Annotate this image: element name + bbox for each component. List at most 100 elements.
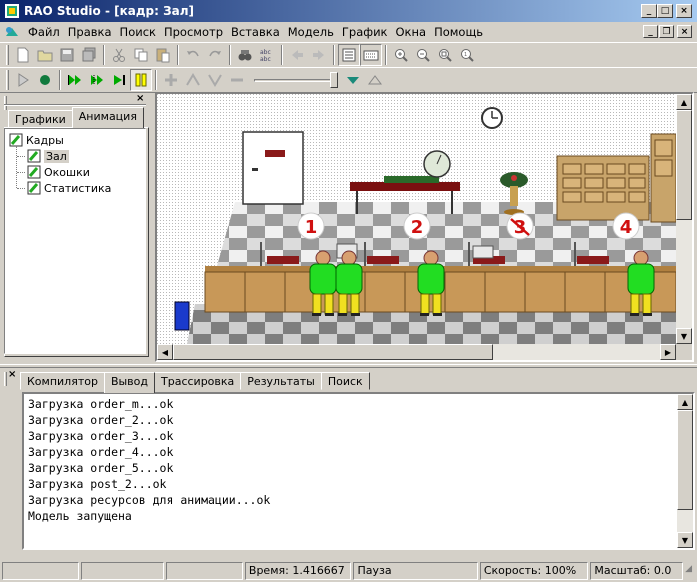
output-log[interactable]: Загрузка order_m...ok Загрузка order_2..… bbox=[22, 392, 695, 550]
undo-icon[interactable] bbox=[182, 44, 204, 66]
main-toolbar: abc abc 1 bbox=[0, 42, 697, 68]
clock-icon bbox=[481, 107, 503, 129]
minimize-button[interactable]: _ bbox=[641, 4, 657, 18]
save-all-icon[interactable] bbox=[78, 44, 100, 66]
maximize-button[interactable]: □ bbox=[657, 4, 673, 18]
speed-max-icon[interactable] bbox=[182, 69, 204, 91]
open-folder-icon[interactable] bbox=[34, 44, 56, 66]
back-icon[interactable] bbox=[286, 44, 308, 66]
mdi-close-button[interactable]: × bbox=[677, 25, 692, 38]
document-icon[interactable] bbox=[4, 24, 20, 40]
tree-item-label: Зал bbox=[44, 149, 69, 163]
speed-slider[interactable] bbox=[250, 70, 342, 90]
zoom-fit-icon[interactable] bbox=[434, 44, 456, 66]
menu-view[interactable]: Просмотр bbox=[160, 23, 227, 41]
toolbar-grip[interactable] bbox=[6, 45, 9, 65]
fast-forward-icon[interactable] bbox=[64, 69, 86, 91]
svg-text:abc: abc bbox=[260, 49, 271, 56]
menu-search[interactable]: Поиск bbox=[116, 23, 160, 41]
mdi-minimize-button[interactable]: _ bbox=[643, 25, 658, 38]
speed-min-icon[interactable] bbox=[204, 69, 226, 91]
replace-icon[interactable]: abc abc bbox=[256, 44, 278, 66]
vertical-scroll-thumb[interactable] bbox=[676, 110, 692, 220]
menu-edit[interactable]: Правка bbox=[64, 23, 116, 41]
new-file-icon[interactable] bbox=[12, 44, 34, 66]
find-icon[interactable] bbox=[234, 44, 256, 66]
mdi-restore-button[interactable]: ❐ bbox=[659, 25, 674, 38]
frame-icon bbox=[27, 149, 41, 163]
status-time: Время: 1.416667 bbox=[244, 562, 352, 580]
menu-insert[interactable]: Вставка bbox=[227, 23, 284, 41]
model-toolbar bbox=[0, 67, 697, 93]
output-line: Загрузка order_2...ok bbox=[28, 413, 174, 427]
tab-animation[interactable]: Анимация bbox=[71, 107, 144, 128]
left-tabs: Графики Анимация bbox=[8, 106, 144, 128]
tab-graphs[interactable]: Графики bbox=[8, 110, 73, 128]
zoom-in-icon[interactable] bbox=[390, 44, 412, 66]
menu-graph[interactable]: График bbox=[338, 23, 392, 41]
toolbar-separator bbox=[103, 45, 105, 65]
panel-close-icon[interactable]: × bbox=[136, 93, 144, 104]
toolbar-separator bbox=[333, 45, 335, 65]
panel-grip[interactable] bbox=[4, 372, 7, 386]
tab-output[interactable]: Вывод bbox=[103, 372, 156, 393]
redo-icon[interactable] bbox=[204, 44, 226, 66]
zoom-out-icon[interactable] bbox=[412, 44, 434, 66]
tab-results[interactable]: Результаты bbox=[240, 372, 322, 390]
triangle-up-icon[interactable] bbox=[364, 69, 386, 91]
status-field-empty bbox=[165, 562, 243, 580]
scroll-up-button[interactable]: ▲ bbox=[676, 94, 692, 110]
pause-icon[interactable] bbox=[130, 69, 152, 91]
toolbar-grip[interactable] bbox=[6, 70, 9, 90]
scroll-left-button[interactable]: ◀ bbox=[157, 344, 173, 360]
scroll-down-button[interactable]: ▼ bbox=[676, 328, 692, 344]
speed-down-icon[interactable] bbox=[226, 69, 248, 91]
toolbar-separator bbox=[281, 45, 283, 65]
title-bar: RAO Studio - [кадр: Зал] bbox=[0, 0, 697, 22]
horizontal-scroll-thumb[interactable] bbox=[173, 344, 493, 360]
run-icon[interactable] bbox=[12, 69, 34, 91]
tree-root[interactable]: Кадры bbox=[9, 132, 64, 148]
zoom-reset-icon[interactable]: 1 bbox=[456, 44, 478, 66]
tab-compiler[interactable]: Компилятор bbox=[20, 372, 105, 390]
paste-icon[interactable] bbox=[152, 44, 174, 66]
list-view-icon[interactable] bbox=[338, 44, 360, 66]
record-icon[interactable] bbox=[34, 69, 56, 91]
trash-bin bbox=[174, 301, 190, 331]
output-close-icon[interactable]: × bbox=[8, 369, 16, 380]
save-icon[interactable] bbox=[56, 44, 78, 66]
keyboard-icon[interactable] bbox=[360, 44, 382, 66]
splitter[interactable] bbox=[0, 364, 697, 368]
menu-file[interactable]: Файл bbox=[24, 23, 64, 41]
resize-grip-icon[interactable]: ◢ bbox=[685, 564, 695, 578]
tree-item-stats[interactable]: Статистика bbox=[17, 180, 111, 196]
output-scroll-down-button[interactable]: ▼ bbox=[677, 532, 693, 548]
copy-icon[interactable] bbox=[130, 44, 152, 66]
speed-up-icon[interactable] bbox=[160, 69, 182, 91]
cut-icon[interactable] bbox=[108, 44, 130, 66]
panel-grip[interactable] bbox=[4, 96, 7, 110]
tab-find[interactable]: Поиск bbox=[320, 372, 370, 390]
step-forward-icon[interactable] bbox=[86, 69, 108, 91]
tree-item-windows[interactable]: Окошки bbox=[17, 164, 90, 180]
triangle-down-icon[interactable] bbox=[342, 69, 364, 91]
menu-model[interactable]: Модель bbox=[284, 23, 338, 41]
output-scroll-up-button[interactable]: ▲ bbox=[677, 394, 693, 410]
animation-canvas[interactable]: 1 2 3 4 bbox=[157, 94, 676, 344]
close-button[interactable]: × bbox=[676, 4, 692, 18]
tree-item-hall[interactable]: Зал bbox=[17, 148, 69, 164]
play-step-icon[interactable] bbox=[108, 69, 130, 91]
svg-text:1: 1 bbox=[464, 52, 467, 58]
menu-help[interactable]: Помощь bbox=[430, 23, 487, 41]
scroll-right-button[interactable]: ▶ bbox=[660, 344, 676, 360]
slider-track bbox=[254, 79, 338, 82]
output-scroll-thumb[interactable] bbox=[677, 410, 693, 510]
sign-number: 2 bbox=[411, 217, 424, 238]
tree-item-label: Статистика bbox=[44, 181, 112, 195]
forward-icon[interactable] bbox=[308, 44, 330, 66]
tab-trace[interactable]: Трассировка bbox=[154, 372, 242, 390]
status-field-empty bbox=[2, 562, 79, 580]
status-bar: Время: 1.416667 Пауза Скорость: 100% Мас… bbox=[0, 560, 697, 582]
slider-thumb[interactable] bbox=[330, 72, 338, 88]
menu-windows[interactable]: Окна bbox=[392, 23, 431, 41]
